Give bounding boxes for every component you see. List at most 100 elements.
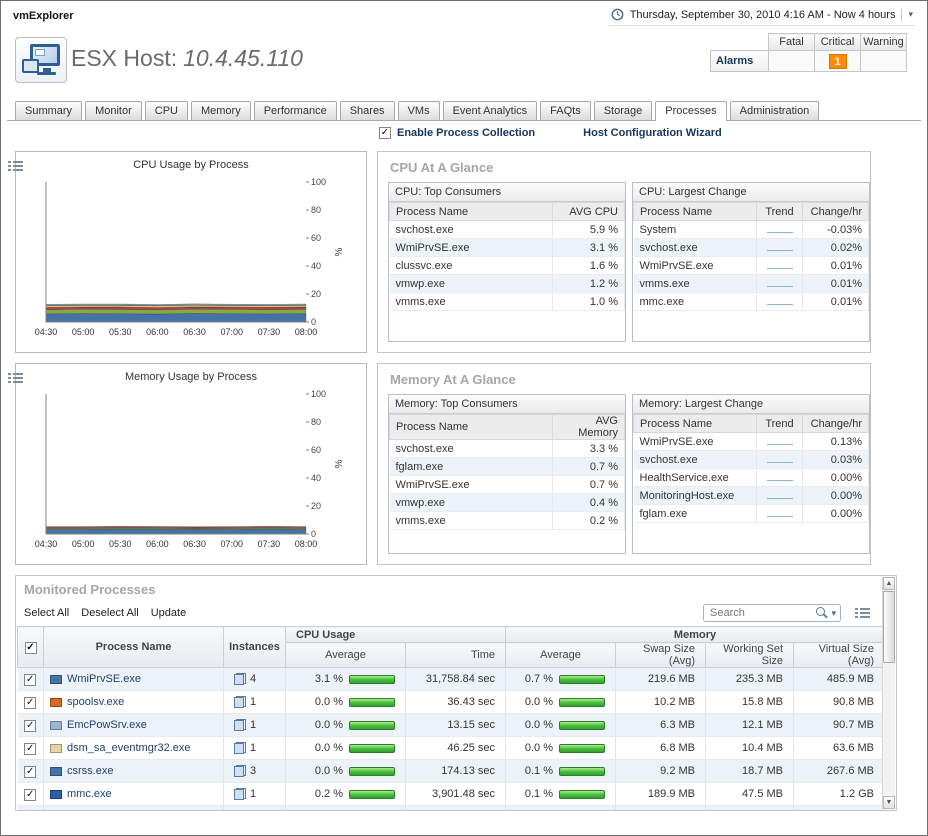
- usage-percent: 0.1 %: [525, 765, 553, 777]
- y-axis-label: %: [334, 247, 345, 256]
- column-header-mem-average[interactable]: Average: [506, 643, 616, 668]
- tab-administration[interactable]: Administration: [730, 101, 820, 120]
- column-header[interactable]: Process Name: [390, 203, 553, 221]
- row-checkbox[interactable]: ✓: [24, 697, 36, 709]
- tab-performance[interactable]: Performance: [254, 101, 337, 120]
- glance-row: vmms.exe0.2 %: [390, 512, 625, 530]
- enable-process-collection-label: Enable Process Collection: [397, 127, 535, 139]
- column-header-virtual-size[interactable]: Virtual Size (Avg): [794, 643, 885, 668]
- host-configuration-wizard-link[interactable]: Host Configuration Wizard: [583, 127, 722, 139]
- y-tick-label: 60: [311, 445, 321, 455]
- table-row[interactable]: ✓spoolsv.exe10.0 %36.43 sec0.0 %10.2 MB1…: [18, 691, 885, 714]
- change-per-hour: 0.03%: [803, 451, 869, 469]
- usage-bar: [559, 675, 605, 684]
- column-header[interactable]: Change/hr: [803, 415, 869, 433]
- working-set-size: 18.7 MB: [706, 760, 794, 783]
- tab-strip: SummaryMonitorCPUMemoryPerformanceShares…: [15, 101, 913, 121]
- table-row[interactable]: ✓dsm_sa_eventmgr32.exe10.0 %46.25 sec0.0…: [18, 737, 885, 760]
- scroll-down-button[interactable]: ▼: [883, 796, 895, 809]
- monitored-processes-table: ✓ Process Name Instances CPU Usage Memor…: [17, 626, 885, 811]
- working-set-size: 235.3 MB: [706, 668, 794, 691]
- column-header[interactable]: AVG CPU: [553, 203, 625, 221]
- column-header-swap-size[interactable]: Swap Size (Avg): [616, 643, 706, 668]
- enable-process-collection-checkbox[interactable]: ✓: [379, 127, 391, 139]
- change-per-hour: -0.03%: [803, 221, 869, 239]
- y-tick-label: 80: [311, 417, 321, 427]
- row-checkbox[interactable]: ✓: [24, 674, 36, 686]
- tab-shares[interactable]: Shares: [340, 101, 395, 120]
- search-icon[interactable]: [816, 607, 828, 619]
- glance-row: MonitoringHost.exe0.00%: [634, 487, 869, 505]
- critical-count-badge[interactable]: 1: [829, 54, 847, 69]
- row-checkbox[interactable]: ✓: [24, 766, 36, 778]
- table-row[interactable]: ✓EmcPowSrv.exe10.0 %13.15 sec0.0 %6.3 MB…: [18, 714, 885, 737]
- chart-options-icon[interactable]: [8, 160, 23, 172]
- alarms-fatal-count[interactable]: [769, 51, 815, 72]
- column-header[interactable]: Process Name: [634, 415, 757, 433]
- process-name: vmms.exe: [390, 293, 553, 311]
- column-header-cpu-time[interactable]: Time: [406, 643, 506, 668]
- swap-size: 189.9 MB: [616, 783, 706, 806]
- series-color-swatch: [50, 767, 62, 776]
- swap-size: 219.6 MB: [616, 668, 706, 691]
- tab-summary[interactable]: Summary: [15, 101, 82, 120]
- table-row[interactable]: ✓csrss.exe30.0 %174.13 sec0.1 %9.2 MB18.…: [18, 760, 885, 783]
- column-header[interactable]: Process Name: [390, 415, 553, 440]
- search-chevron-down-icon[interactable]: ▾: [831, 609, 836, 618]
- table-customizer-icon[interactable]: [855, 607, 870, 619]
- chart-options-icon[interactable]: [8, 372, 23, 384]
- row-checkbox[interactable]: ✓: [24, 789, 36, 801]
- avg-value: 3.1 %: [553, 239, 625, 257]
- avg-value: 1.0 %: [553, 293, 625, 311]
- column-header[interactable]: Change/hr: [803, 203, 869, 221]
- clock-icon: [611, 8, 624, 21]
- select-all-link[interactable]: Select All: [24, 607, 69, 619]
- subpanel-title: Memory: Top Consumers: [389, 395, 625, 414]
- tab-event-analytics[interactable]: Event Analytics: [443, 101, 538, 120]
- update-link[interactable]: Update: [151, 607, 186, 619]
- cpu-time: 31,758.84 sec: [406, 668, 506, 691]
- column-header-cpu-average[interactable]: Average: [286, 643, 406, 668]
- instances-icon: [234, 765, 246, 777]
- row-checkbox[interactable]: ✓: [24, 720, 36, 732]
- table-row[interactable]: ✓mmc.exe10.2 %3,901.48 sec0.1 %189.9 MB4…: [18, 783, 885, 806]
- column-header[interactable]: Trend: [757, 203, 803, 221]
- usage-percent: 0.0 %: [315, 719, 343, 731]
- column-header-instances[interactable]: Instances: [224, 627, 286, 668]
- scroll-up-button[interactable]: ▲: [883, 577, 895, 590]
- tab-vms[interactable]: VMs: [398, 101, 440, 120]
- deselect-all-link[interactable]: Deselect All: [81, 607, 138, 619]
- table-row[interactable]: ✓wininit.exe10.0 %0.79 sec0.0 %3.0 MB7.3…: [18, 806, 885, 812]
- x-tick-label: 06:30: [183, 539, 206, 549]
- tab-memory[interactable]: Memory: [191, 101, 251, 120]
- column-header-working-set[interactable]: Working Set Size: [706, 643, 794, 668]
- usage-bar: [559, 698, 605, 707]
- row-checkbox[interactable]: ✓: [24, 743, 36, 755]
- process-name: svchost.exe: [390, 440, 553, 458]
- tab-faqts[interactable]: FAQts: [540, 101, 591, 120]
- process-name: svchost.exe: [634, 239, 757, 257]
- tab-monitor[interactable]: Monitor: [85, 101, 142, 120]
- column-header-process-name[interactable]: Process Name: [44, 627, 224, 668]
- chevron-down-icon[interactable]: ▾: [908, 10, 913, 19]
- select-all-checkbox[interactable]: ✓: [25, 642, 37, 654]
- search-input[interactable]: [710, 607, 813, 619]
- time-range-control[interactable]: Thursday, September 30, 2010 4:16 AM - N…: [609, 6, 915, 26]
- table-row[interactable]: ✓WmiPrvSE.exe43.1 %31,758.84 sec0.7 %219…: [18, 668, 885, 691]
- column-header[interactable]: Trend: [757, 415, 803, 433]
- column-header[interactable]: AVG Memory: [553, 415, 625, 440]
- process-name: dsm_sa_eventmgr32.exe: [67, 742, 191, 754]
- tab-cpu[interactable]: CPU: [145, 101, 188, 120]
- tab-processes[interactable]: Processes: [655, 101, 726, 121]
- glance-row: WmiPrvSE.exe3.1 %: [390, 239, 625, 257]
- y-tick-label: 20: [311, 501, 321, 511]
- column-header[interactable]: Process Name: [634, 203, 757, 221]
- action-links: Select All Deselect All Update: [24, 607, 186, 619]
- glance-row: mmc.exe0.01%: [634, 293, 869, 311]
- tab-storage[interactable]: Storage: [594, 101, 653, 120]
- alarms-warning-count[interactable]: [861, 51, 907, 72]
- glance-row: System-0.03%: [634, 221, 869, 239]
- alarms-col-warning: Warning: [861, 34, 907, 51]
- scrollbar-thumb[interactable]: [883, 591, 895, 663]
- chart-axes: [46, 394, 306, 534]
